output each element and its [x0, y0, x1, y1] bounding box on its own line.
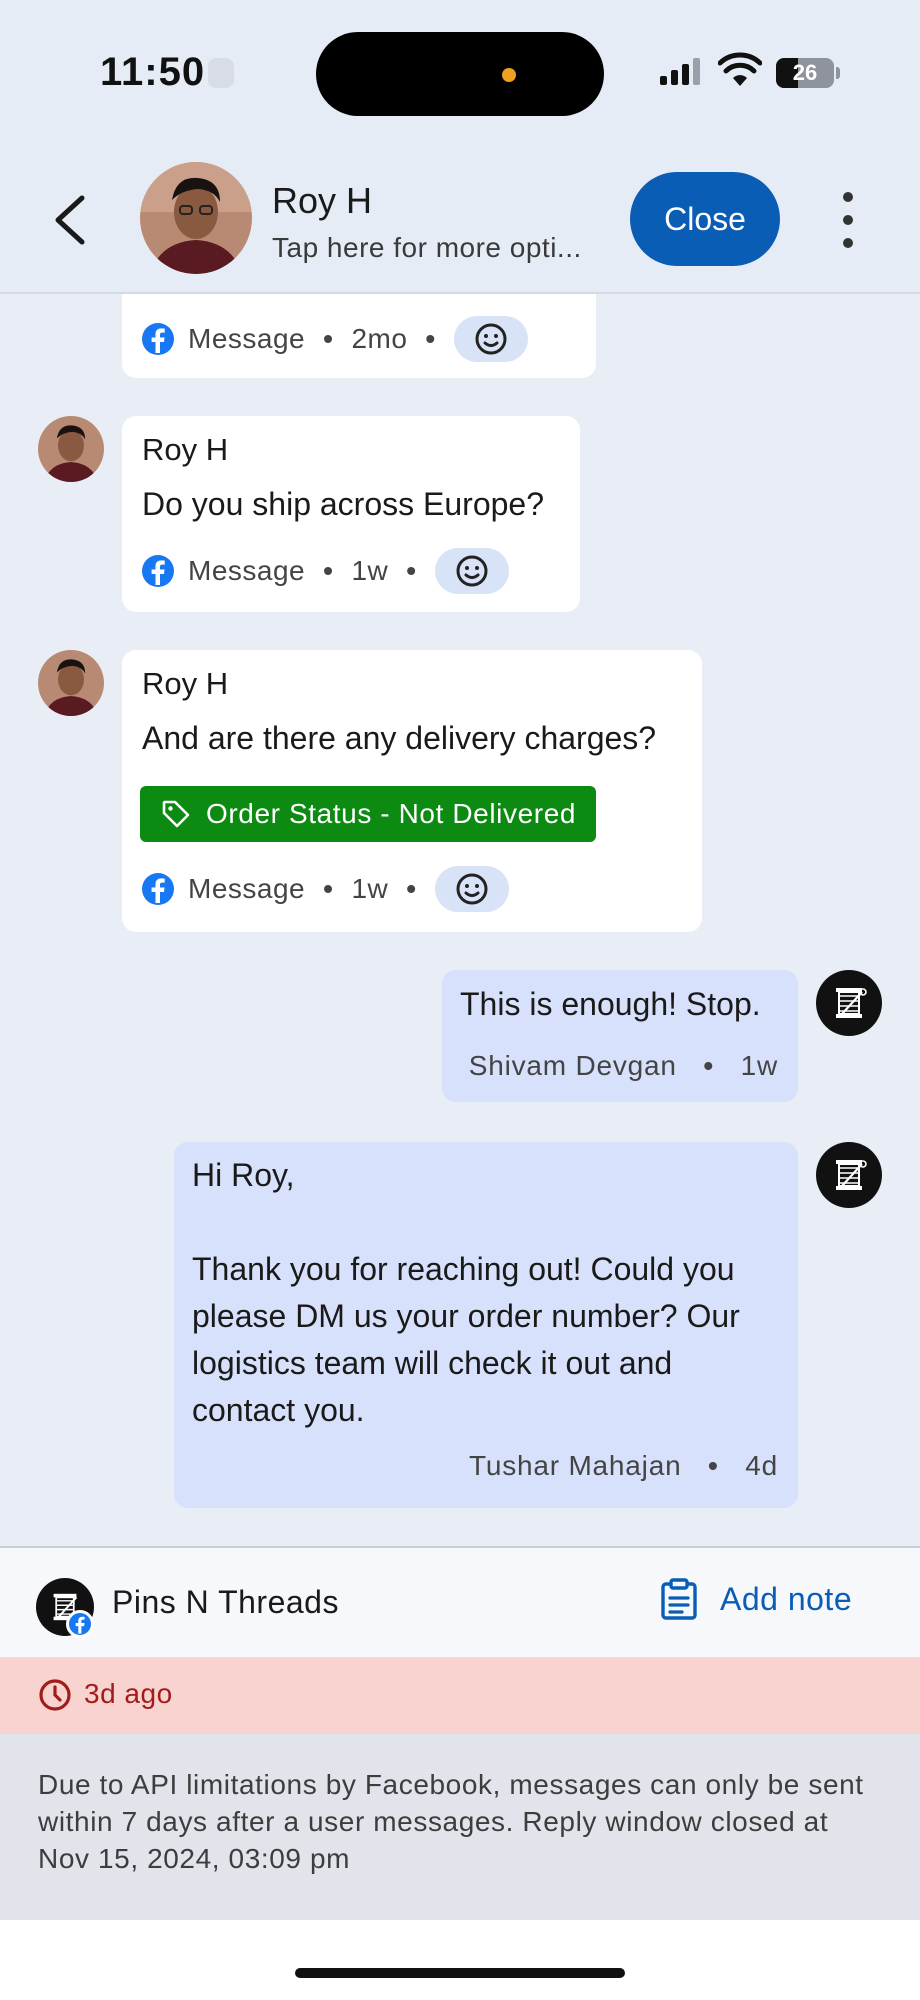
contact-subtitle[interactable]: Tap here for more opti...: [272, 232, 582, 264]
message-meta: Message • 1w •: [142, 548, 509, 594]
message-bubble: Message • 2mo •: [122, 294, 596, 378]
sender-avatar[interactable]: [38, 416, 104, 482]
spool-icon: [836, 988, 867, 1018]
tag-label: Order Status - Not Delivered: [206, 798, 577, 829]
facebook-icon: [142, 323, 174, 355]
brand-avatar: [816, 970, 882, 1036]
message-channel: Message: [188, 873, 306, 904]
facebook-badge-icon: [66, 1610, 94, 1638]
message-text: And are there any delivery charges?: [142, 720, 657, 756]
status-bar: 11:50 26: [0, 0, 920, 150]
add-reaction-button[interactable]: [434, 866, 509, 912]
message-time: 1w: [351, 873, 389, 904]
message-time: 2mo: [351, 323, 408, 354]
home-indicator[interactable]: [295, 1968, 625, 1978]
last-message-age: 3d ago: [84, 1678, 173, 1709]
message-channel: Message: [188, 323, 306, 354]
chevron-left-icon[interactable]: [44, 190, 104, 250]
smiley-icon: [475, 323, 507, 355]
tag-icon: [162, 800, 190, 828]
message-line: contact you.: [192, 1392, 365, 1428]
add-note-label: Add note: [720, 1580, 853, 1617]
smiley-icon: [456, 555, 488, 587]
battery-level: 26: [792, 60, 818, 85]
sender-avatar[interactable]: [38, 650, 104, 716]
contact-avatar[interactable]: [140, 162, 252, 274]
wifi-icon: [718, 52, 762, 86]
privacy-indicator-dot: [502, 68, 516, 82]
message-line: Hi Roy,: [192, 1157, 295, 1193]
battery-tip: [836, 67, 840, 79]
message-meta: Shivam Devgan • 1w: [468, 1050, 778, 1081]
message-author: Tushar Mahajan: [468, 1450, 682, 1481]
cellular-signal-icon: [660, 58, 700, 85]
message-text: Hi Roy, Thank you for reaching out! Coul…: [192, 1152, 740, 1434]
add-note-button[interactable]: Add note: [660, 1578, 852, 1620]
sender-name: Roy H: [142, 432, 229, 467]
notice-text: Due to API limitations by Facebook, mess…: [38, 1769, 864, 1874]
message-line: logistics team will check it out and: [192, 1345, 673, 1381]
message-meta: Tushar Mahajan • 4d: [468, 1450, 778, 1481]
page-name[interactable]: Pins N Threads: [112, 1584, 339, 1621]
clock-icon: [39, 1679, 71, 1711]
spool-icon: [836, 1160, 867, 1190]
facebook-icon: [142, 555, 174, 587]
message-text: Do you ship across Europe?: [142, 486, 544, 522]
message-channel: Message: [188, 555, 306, 586]
message-time: 1w: [740, 1050, 778, 1081]
message-meta: Message • 2mo •: [142, 316, 528, 362]
facebook-icon: [142, 873, 174, 905]
add-reaction-button[interactable]: [434, 548, 509, 594]
smiley-icon: [456, 873, 488, 905]
brand-avatar: [816, 1142, 882, 1208]
reply-window-banner: 3d ago: [0, 1658, 920, 1734]
message-bubble: Roy H Do you ship across Europe? Message…: [122, 416, 580, 612]
close-conversation-button[interactable]: Close: [630, 172, 780, 266]
message-text: This is enough! Stop.: [460, 986, 761, 1022]
message-line: Thank you for reaching out! Could you: [192, 1251, 735, 1287]
add-reaction-button[interactable]: [453, 316, 528, 362]
page-selector-bar: Pins N Threads Add note: [0, 1546, 920, 1658]
dynamic-island: [316, 32, 604, 116]
outgoing-message-bubble: Hi Roy, Thank you for reaching out! Coul…: [174, 1142, 798, 1508]
outgoing-message-bubble: This is enough! Stop. Shivam Devgan • 1w: [442, 970, 798, 1102]
message-author: Shivam Devgan: [468, 1050, 677, 1081]
home-indicator-area: [0, 1920, 920, 2000]
conversation-header: Roy H Tap here for more opti... Close: [0, 150, 920, 294]
vertical-ellipsis-icon[interactable]: [830, 192, 866, 248]
order-status-tag[interactable]: Order Status - Not Delivered: [140, 786, 597, 842]
reply-window-notice: Due to API limitations by Facebook, mess…: [0, 1734, 920, 1920]
message-time: 4d: [745, 1450, 778, 1481]
message-line: please DM us your order number? Our: [192, 1298, 740, 1334]
battery-icon: 26: [776, 58, 834, 88]
message-time: 1w: [351, 555, 389, 586]
message-bubble: Roy H And are there any delivery charges…: [122, 650, 702, 932]
message-meta: Message • 1w •: [142, 866, 509, 912]
sender-name: Roy H: [142, 666, 229, 701]
contact-name[interactable]: Roy H: [272, 180, 372, 222]
status-indicator: [208, 58, 234, 88]
message-line: [192, 1199, 740, 1246]
clipboard-icon: [661, 1578, 697, 1620]
status-time: 11:50: [100, 50, 206, 94]
